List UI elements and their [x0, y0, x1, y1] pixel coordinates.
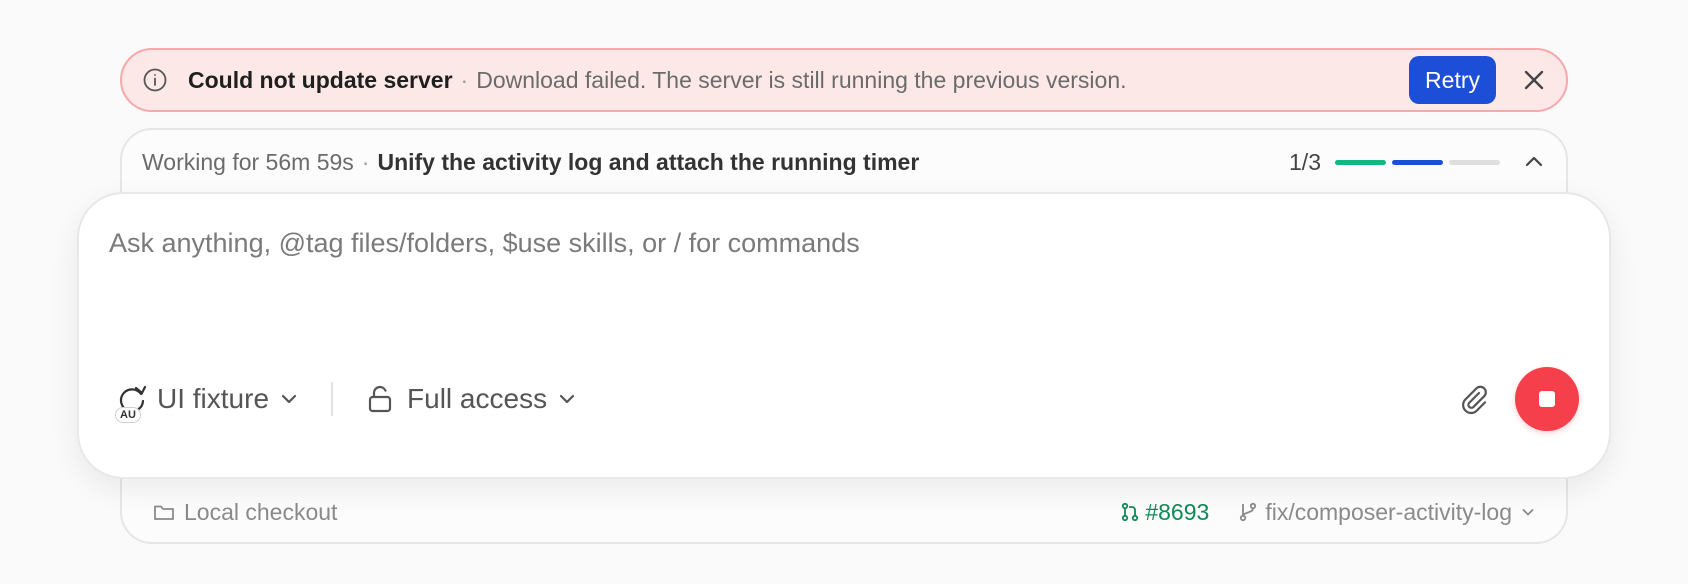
task-footer: Local checkout #8693 fix/composer-activi…: [152, 494, 1536, 530]
task-step-count: 1/3: [1289, 148, 1321, 175]
branch-icon: [1237, 501, 1259, 523]
info-icon: [142, 67, 168, 93]
pull-request-icon: [1119, 501, 1141, 523]
chevron-down-icon: [1520, 504, 1536, 520]
checkout-location: Local checkout: [184, 498, 338, 525]
pull-request-link[interactable]: #8693: [1119, 499, 1209, 526]
composer-toolbar: AU UI fixture Full access: [113, 367, 1579, 431]
task-separator: ·: [361, 148, 370, 175]
access-selector[interactable]: Full access: [365, 383, 577, 415]
unlock-icon: [365, 384, 395, 414]
toolbar-divider: [331, 382, 334, 416]
banner-title: Could not update server: [188, 66, 453, 93]
branch-name: fix/composer-activity-log: [1265, 498, 1512, 525]
stop-icon: [1539, 391, 1555, 407]
banner-separator: ·: [460, 66, 469, 93]
model-label: UI fixture: [157, 383, 270, 414]
banner-message: Download failed. The server is still run…: [476, 66, 1127, 93]
access-label: Full access: [407, 383, 548, 414]
task-title: Unify the activity log and attach the ru…: [377, 148, 920, 175]
paperclip-icon[interactable]: [1457, 382, 1491, 416]
branch-selector[interactable]: fix/composer-activity-log: [1237, 499, 1536, 526]
progress-segment: [1335, 159, 1386, 165]
chevron-up-icon[interactable]: [1522, 150, 1546, 174]
task-progress: [1335, 159, 1500, 165]
model-badge: AU: [115, 407, 141, 423]
update-error-banner: Could not update server · Download faile…: [120, 48, 1568, 112]
model-icon: AU: [113, 381, 149, 423]
pull-request-number: #8693: [1145, 498, 1210, 525]
chevron-down-icon: [279, 389, 299, 409]
app-stage: Could not update server · Download faile…: [0, 0, 1688, 584]
composer: AU UI fixture Full access: [77, 192, 1611, 479]
stop-button[interactable]: [1515, 367, 1579, 431]
progress-segment: [1392, 159, 1443, 165]
composer-input[interactable]: [109, 228, 1509, 318]
chevron-down-icon: [557, 389, 577, 409]
retry-button[interactable]: Retry: [1409, 56, 1496, 104]
folder-icon: [152, 500, 176, 524]
working-timer: Working for 56m 59s: [142, 148, 354, 175]
progress-segment: [1449, 159, 1500, 165]
task-status-row: Working for 56m 59s · Unify the activity…: [142, 144, 1546, 180]
close-icon[interactable]: [1520, 66, 1548, 94]
model-selector[interactable]: AU UI fixture: [113, 381, 299, 423]
